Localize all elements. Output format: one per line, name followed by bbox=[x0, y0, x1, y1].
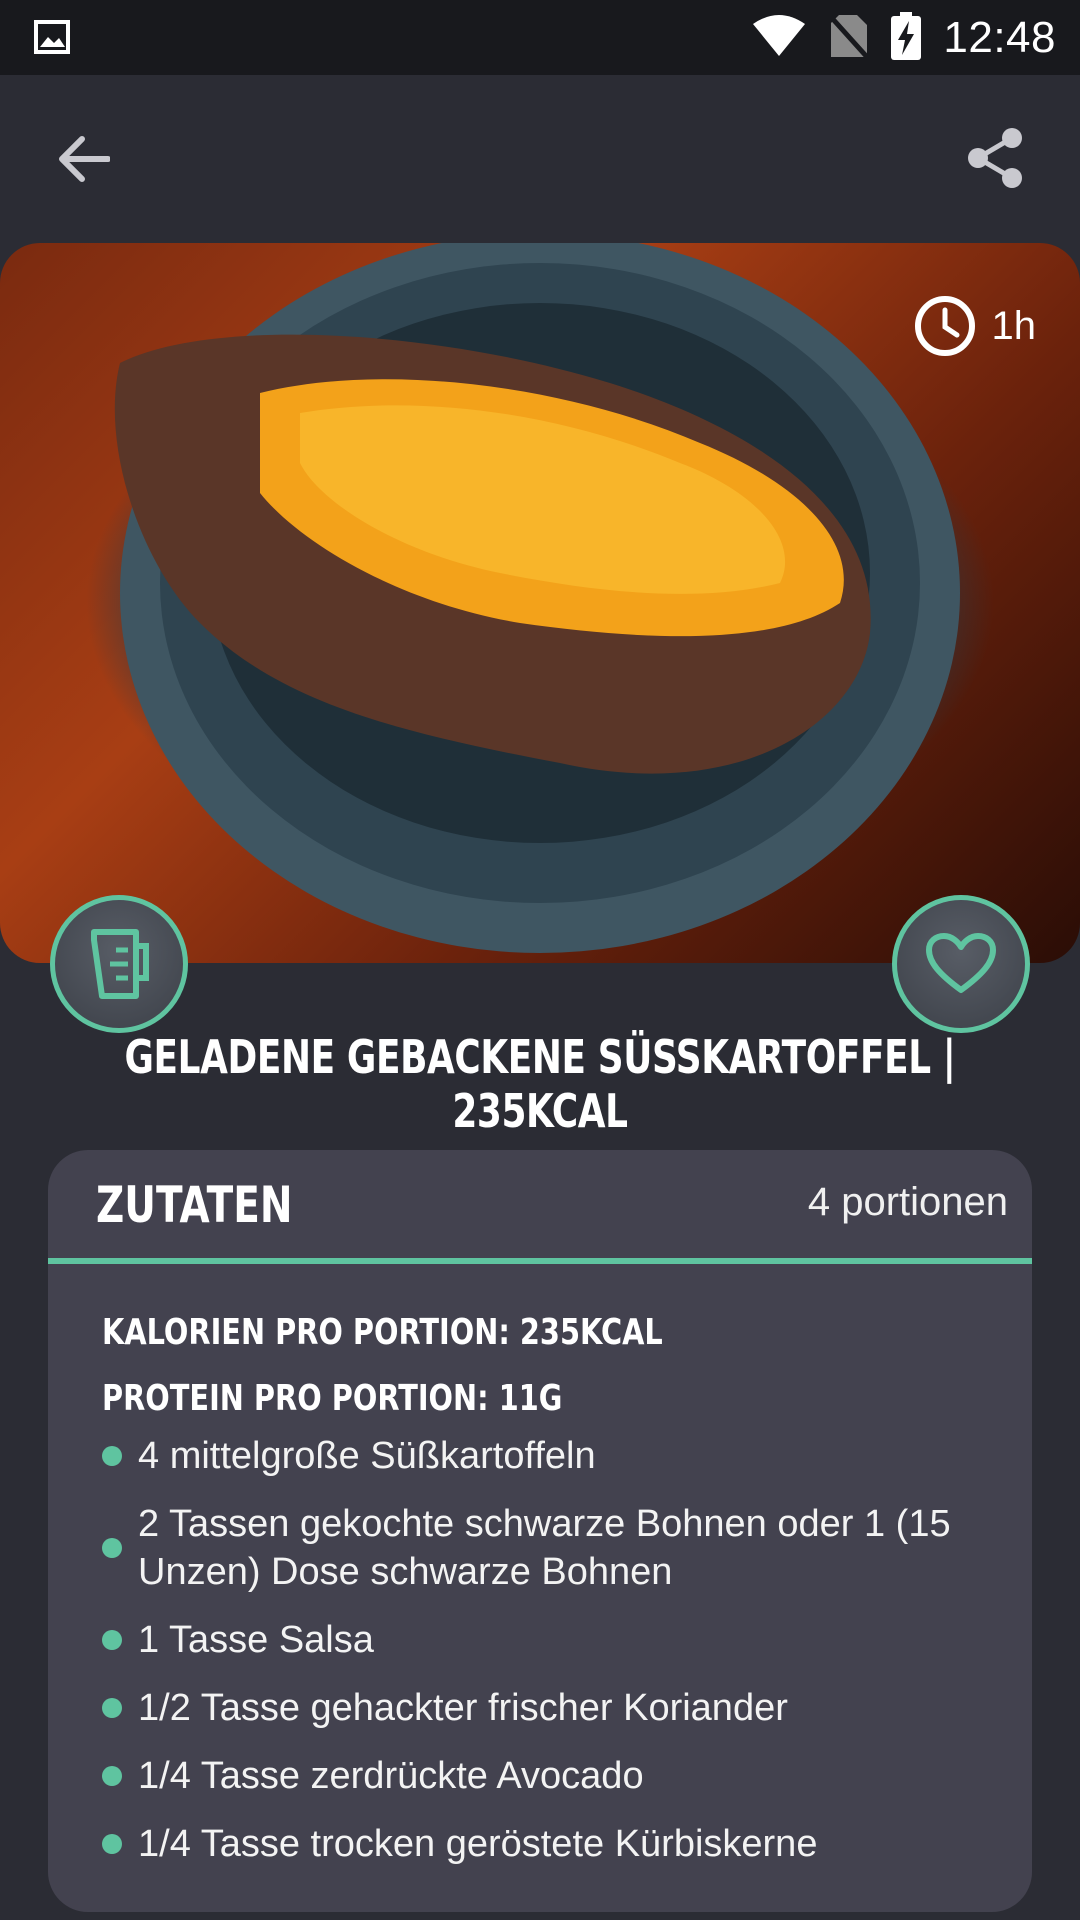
list-item: 2 Tassen gekochte schwarze Bohnen oder 1… bbox=[102, 1500, 1002, 1596]
ingredients-heading: ZUTATEN bbox=[96, 1176, 293, 1234]
measuring-cup-button[interactable] bbox=[50, 895, 188, 1033]
measuring-cup-icon bbox=[91, 929, 149, 999]
bullet-icon bbox=[102, 1538, 122, 1558]
no-sim-icon bbox=[829, 13, 870, 64]
bullet-icon bbox=[102, 1630, 122, 1650]
share-button[interactable] bbox=[962, 125, 1028, 191]
clock-icon bbox=[914, 296, 975, 356]
ingredients-header: ZUTATEN 4 portionen bbox=[48, 1150, 1032, 1264]
back-button[interactable] bbox=[52, 127, 116, 191]
bullet-icon bbox=[102, 1834, 122, 1854]
servings-text: 4 portionen bbox=[807, 1180, 1008, 1224]
protein-per-serving: PROTEIN PRO PORTION: 11G bbox=[102, 1378, 563, 1419]
battery-charging-icon bbox=[891, 11, 922, 65]
heart-icon bbox=[926, 933, 996, 993]
list-item: 1 Tasse Salsa bbox=[102, 1616, 1002, 1664]
status-bar: 12:48 bbox=[0, 0, 1080, 75]
ingredient-list: 4 mittelgroße Süßkartoffeln 2 Tassen gek… bbox=[102, 1432, 1002, 1868]
wifi-icon bbox=[751, 14, 807, 63]
ingredients-card: ZUTATEN 4 portionen KALORIEN PRO PORTION… bbox=[48, 1150, 1032, 1912]
calories-per-serving: KALORIEN PRO PORTION: 235KCAL bbox=[102, 1312, 663, 1353]
recipe-title: GELADENE GEBACKENE SÜSSKARTOFFEL | 235KC… bbox=[124, 1030, 956, 1138]
app-bar bbox=[0, 75, 1080, 243]
gallery-icon bbox=[34, 20, 70, 54]
bullet-icon bbox=[102, 1766, 122, 1786]
status-time: 12:48 bbox=[943, 13, 1056, 62]
arrow-left-icon bbox=[59, 136, 110, 182]
list-item: 1/2 Tasse gehackter frischer Koriander bbox=[102, 1684, 1002, 1732]
bullet-icon bbox=[102, 1446, 122, 1466]
prep-time-text: 1h bbox=[991, 303, 1037, 348]
ingredients-body: KALORIEN PRO PORTION: 235KCAL PROTEIN PR… bbox=[102, 1300, 1002, 1888]
share-icon bbox=[968, 128, 1022, 188]
list-item: 1/4 Tasse trocken geröstete Kürbiskerne bbox=[102, 1820, 1002, 1868]
prep-time-badge: 1h bbox=[914, 295, 1037, 357]
favorite-button[interactable] bbox=[892, 895, 1030, 1033]
list-item: 4 mittelgroße Süßkartoffeln bbox=[102, 1432, 1002, 1480]
list-item: 1/4 Tasse zerdrückte Avocado bbox=[102, 1752, 1002, 1800]
bullet-icon bbox=[102, 1698, 122, 1718]
recipe-image: 1h bbox=[0, 243, 1080, 963]
